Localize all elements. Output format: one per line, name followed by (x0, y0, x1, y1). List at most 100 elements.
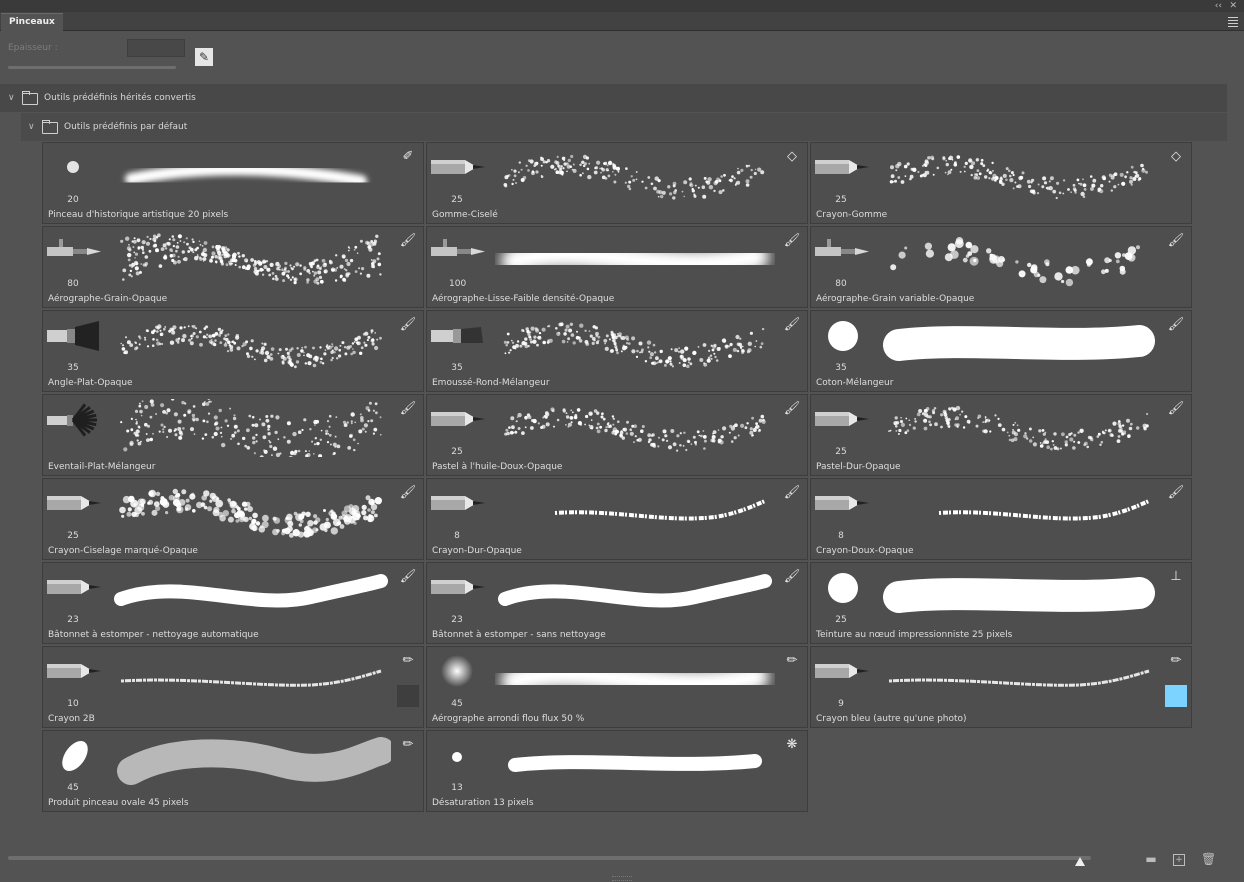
brush-name: Produit pinceau ovale 45 pixels (48, 798, 189, 808)
brush-preset[interactable]: 8 Crayon-Doux-Opaque 🖌 (810, 478, 1192, 560)
brush-size: 10 (67, 699, 79, 709)
stroke-preview (495, 147, 775, 205)
brush-icon: 🖌 (783, 233, 801, 248)
sponge-icon: ❋ (786, 737, 798, 752)
brush-icon: 🖌 (1167, 401, 1185, 416)
brush-tip-icon (47, 151, 103, 185)
pencil-tool-icon: ✏ (786, 653, 798, 668)
size-label: Epaisseur : (8, 43, 58, 53)
slider-thumb[interactable] (1075, 857, 1086, 866)
group-default-presets[interactable]: ∨ Outils prédéfinis par défaut (21, 113, 1227, 141)
brush-name: Angle-Plat-Opaque (48, 378, 133, 388)
brush-name: Crayon bleu (autre qu'une photo) (816, 714, 967, 724)
brush-size: 20 (67, 195, 79, 205)
new-group-icon[interactable]: ▬ (1144, 852, 1158, 866)
brush-size: 35 (835, 363, 847, 373)
brush-name: Gomme-Ciselé (432, 210, 498, 220)
trash-icon[interactable]: 🗑 (1201, 852, 1216, 866)
brush-size: 45 (67, 783, 79, 793)
brush-preset[interactable]: 23 Bâtonnet à estomper - sans nettoyage 🖌 (426, 562, 808, 644)
tab-bar: Pinceaux (0, 12, 1244, 31)
brush-preset[interactable]: 35 Coton-Mélangeur 🖌 (810, 310, 1192, 392)
brush-size: 35 (451, 363, 463, 373)
stroke-preview (111, 395, 391, 464)
thumbnail-size-slider[interactable] (8, 856, 1091, 860)
pencil-tool-icon: ✏ (402, 653, 414, 668)
collapse-panel-icon[interactable]: ‹‹ (1215, 0, 1222, 12)
brush-size: 25 (67, 531, 79, 541)
brush-name: Pastel à l'huile-Doux-Opaque (432, 462, 563, 472)
brush-preset[interactable]: 45 Aérographe arrondi flou flux 50 % ✏ (426, 646, 808, 728)
brush-name: Aérographe-Grain-Opaque (48, 294, 168, 304)
stroke-preview (495, 315, 775, 373)
brush-preset[interactable]: Eventail-Plat-Mélangeur 🖌 (42, 394, 424, 476)
brush-preset[interactable]: 35 Angle-Plat-Opaque 🖌 (42, 310, 424, 392)
size-slider[interactable] (8, 66, 176, 69)
color-swatch (1165, 685, 1187, 707)
brush-preset[interactable]: 100 Aérographe-Lisse-Faible densité-Opaqu… (426, 226, 808, 308)
brush-preset[interactable]: 25 Pastel à l'huile-Doux-Opaque 🖌 (426, 394, 808, 476)
brush-preset[interactable]: 13 Désaturation 13 pixels ❋ (426, 730, 808, 812)
brush-preset[interactable]: 9 Crayon bleu (autre qu'une photo) ✏ (810, 646, 1192, 728)
brush-icon: 🖌 (783, 317, 801, 332)
brush-preset[interactable]: 35 Emoussé-Rond-Mélangeur 🖌 (426, 310, 808, 392)
panel-menu-icon[interactable] (1228, 15, 1238, 29)
brush-preset[interactable]: 23 Bâtonnet à estomper - nettoyage automa… (42, 562, 424, 644)
brush-preset[interactable]: 80 Aérographe-Grain variable-Opaque 🖌 (810, 226, 1192, 308)
new-brush-icon[interactable]: + (1173, 854, 1185, 866)
brush-preset[interactable]: 25 Crayon-Ciselage marqué-Opaque 🖌 (42, 478, 424, 560)
brush-icon: 🖌 (1167, 485, 1185, 500)
brush-tip-icon (47, 319, 103, 353)
brush-size: 80 (835, 279, 847, 289)
brush-name: Aérographe-Grain variable-Opaque (816, 294, 975, 304)
stroke-preview (879, 315, 1159, 373)
tab-pinceaux[interactable]: Pinceaux (1, 13, 63, 31)
stroke-preview (111, 567, 391, 625)
brush-icon: 🖌 (399, 401, 417, 416)
brush-size: 45 (451, 699, 463, 709)
brush-name: Crayon-Gomme (816, 210, 888, 220)
brush-tip-icon (815, 319, 871, 353)
brush-preset[interactable]: 25 Gomme-Ciselé ◇ (426, 142, 808, 224)
brush-preset[interactable]: 25 Pastel-Dur-Opaque 🖌 (810, 394, 1192, 476)
brush-preset[interactable]: 45 Produit pinceau ovale 45 pixels ✏ (42, 730, 424, 812)
bottom-bar: ▬ + 🗑 (0, 846, 1244, 882)
brush-size: 23 (67, 615, 79, 625)
group-legacy-presets[interactable]: ∨ Outils prédéfinis hérités convertis (0, 84, 1227, 112)
brush-name: Aérographe arrondi flou flux 50 % (432, 714, 585, 724)
history-brush-icon: ✐ (402, 149, 414, 164)
stroke-preview (111, 231, 391, 289)
brush-tip-icon (47, 571, 103, 605)
brush-icon: 🖌 (1167, 233, 1185, 248)
brush-tip-icon (431, 151, 487, 185)
brush-preset[interactable]: 25 Crayon-Gomme ◇ (810, 142, 1192, 224)
brush-settings-icon[interactable]: ✎ (195, 48, 213, 66)
eraser-icon: ◇ (787, 149, 797, 164)
chevron-down-icon[interactable]: ∨ (8, 84, 15, 112)
size-input[interactable] (127, 39, 185, 57)
brush-preset[interactable]: 10 Crayon 2B ✏ (42, 646, 424, 728)
brush-preset[interactable]: 8 Crayon-Dur-Opaque 🖌 (426, 478, 808, 560)
brush-name: Crayon-Dur-Opaque (432, 546, 522, 556)
chevron-down-icon[interactable]: ∨ (28, 113, 35, 141)
brush-preset[interactable]: 20 Pinceau d'historique artistique 20 pix… (42, 142, 424, 224)
brush-name: Teinture au nœud impressionniste 25 pixe… (816, 630, 1013, 640)
stamp-icon: ⊥ (1170, 569, 1182, 584)
close-panel-icon[interactable]: ✕ (1229, 0, 1237, 12)
brush-preset[interactable]: 80 Aérographe-Grain-Opaque 🖌 (42, 226, 424, 308)
brush-name: Crayon-Ciselage marqué-Opaque (48, 546, 198, 556)
brush-tip-icon (431, 487, 487, 521)
pencil-tool-icon: ✏ (1170, 653, 1182, 668)
stroke-preview (495, 231, 775, 289)
brush-tip-icon (431, 319, 487, 353)
brush-icon: 🖌 (399, 233, 417, 248)
stroke-preview (879, 147, 1159, 205)
stroke-preview (111, 147, 391, 205)
stroke-preview (111, 651, 391, 709)
brush-icon: 🖌 (783, 569, 801, 584)
stroke-preview (879, 399, 1159, 457)
resize-grip[interactable] (612, 876, 632, 881)
brush-tip-icon (431, 739, 487, 773)
brush-name: Désaturation 13 pixels (432, 798, 534, 808)
brush-preset[interactable]: 25 Teinture au nœud impressionniste 25 pi… (810, 562, 1192, 644)
